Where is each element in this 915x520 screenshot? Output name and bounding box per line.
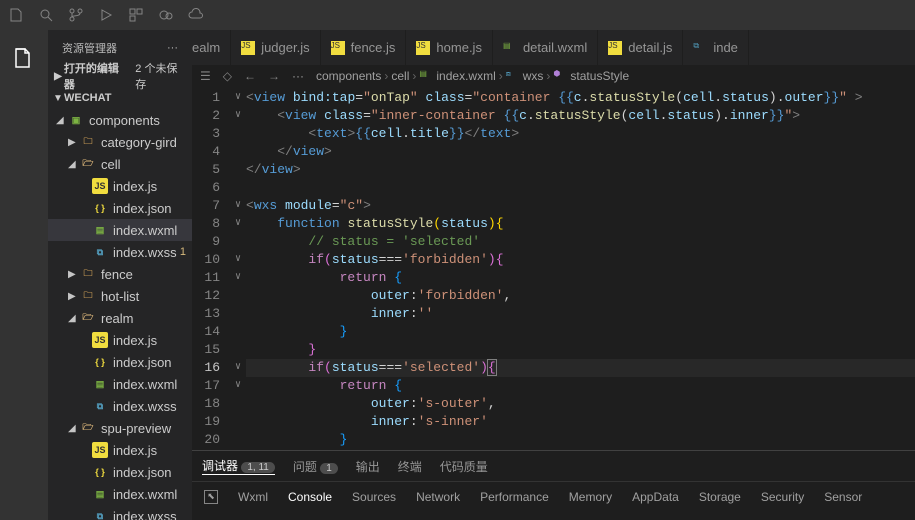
editor-area: ealmJSjudger.jsJSfence.jsJShome.js▤detai… <box>192 30 915 520</box>
editor-tab[interactable]: JSdetail.js <box>598 30 683 65</box>
panel-tab[interactable]: 调试器 1, 11 <box>202 457 275 475</box>
bottom-panel: 调试器 1, 11 问题 1 输出 终端 代码质量 ⬉ Wxml Console Sourc… <box>192 450 915 520</box>
breadcrumb[interactable]: components›cell›▤index.wxml›⧈wxs›⬢status… <box>316 69 629 83</box>
tree-item[interactable]: { }index.json <box>48 351 192 373</box>
editor-tab[interactable]: JSfence.js <box>321 30 407 65</box>
files-icon[interactable] <box>8 7 24 23</box>
tree-item[interactable]: { }index.json <box>48 461 192 483</box>
tree-item[interactable]: ◢🗁spu-preview <box>48 417 192 439</box>
devtools-tabs: ⬉ Wxml Console Sources Network Performance Me… <box>192 481 915 511</box>
extensions-icon[interactable] <box>128 7 144 23</box>
panel-tab[interactable]: 终端 <box>398 458 422 475</box>
tree-item[interactable]: JSindex.js <box>48 175 192 197</box>
devtools-tab[interactable]: Network <box>416 490 460 504</box>
cloud-icon[interactable] <box>188 7 204 23</box>
sidebar: 资源管理器 ··· ▶ 打开的编辑器 2 个未保存 ▼ WECHAT ◢▣com… <box>48 30 192 520</box>
panel-tab[interactable]: 代码质量 <box>440 458 488 475</box>
title-bar <box>0 0 915 30</box>
tree-item[interactable]: JSindex.js <box>48 439 192 461</box>
tree-item[interactable]: ⧉index.wxss1 <box>48 241 192 263</box>
activity-bar <box>0 30 48 520</box>
panel-tab[interactable]: 问题 1 <box>293 458 338 475</box>
devtools-tab[interactable]: Performance <box>480 490 549 504</box>
wechat-icon[interactable] <box>158 7 174 23</box>
devtools-tab[interactable]: Storage <box>699 490 741 504</box>
explorer-icon[interactable] <box>0 38 48 78</box>
devtools-tab[interactable]: Security <box>761 490 804 504</box>
branch-icon[interactable] <box>68 7 84 23</box>
breadcrumb-row: ☰ ◇ ← → ··· components›cell›▤index.wxml›… <box>192 65 915 87</box>
devtools-tab[interactable]: Sources <box>352 490 396 504</box>
editor-tab[interactable]: ealm <box>192 30 231 65</box>
open-editors-section[interactable]: ▶ 打开的编辑器 2 个未保存 <box>48 65 192 87</box>
bookmark-icon[interactable]: ◇ <box>223 69 232 83</box>
editor-tab[interactable]: JShome.js <box>406 30 493 65</box>
back-icon[interactable]: ← <box>244 69 256 83</box>
tree-item[interactable]: ▶🗀hot-list <box>48 285 192 307</box>
search-icon[interactable] <box>38 7 54 23</box>
tree-item[interactable]: ◢▣components <box>48 109 192 131</box>
editor-tab[interactable]: ▤detail.wxml <box>493 30 598 65</box>
tree-item[interactable]: ▶🗀category-gird <box>48 131 192 153</box>
panel-tabs: 调试器 1, 11 问题 1 输出 终端 代码质量 <box>192 451 915 481</box>
tree-item[interactable]: JSindex.js <box>48 329 192 351</box>
editor-tab[interactable]: ⧉inde <box>683 30 749 65</box>
more-dots: ··· <box>292 69 304 83</box>
devtools-tab[interactable]: Sensor <box>824 490 862 504</box>
fold-column[interactable]: ∨∨∨∨∨∨∨∨ <box>230 87 246 450</box>
tree-item[interactable]: ⧉index.wxss <box>48 505 192 520</box>
tree-item[interactable]: ◢🗁realm <box>48 307 192 329</box>
code-lines[interactable]: <view bind:tap="onTap" class="container … <box>246 87 915 450</box>
tree-item[interactable]: { }index.json <box>48 197 192 219</box>
debug-icon[interactable] <box>98 7 114 23</box>
devtools-tab[interactable]: Memory <box>569 490 612 504</box>
tree-item[interactable]: ⧉index.wxss <box>48 395 192 417</box>
tree-item[interactable]: ▶🗀fence <box>48 263 192 285</box>
tree-item[interactable]: ◢🗁cell <box>48 153 192 175</box>
project-section[interactable]: ▼ WECHAT <box>48 87 192 109</box>
panel-tab[interactable]: 输出 <box>356 458 380 475</box>
code-editor[interactable]: 123456789101112131415161718192021222324 … <box>192 87 915 450</box>
line-gutter: 123456789101112131415161718192021222324 <box>192 87 230 450</box>
sidebar-title: 资源管理器 <box>62 40 117 56</box>
forward-icon[interactable]: → <box>268 69 280 83</box>
tree-item[interactable]: ▤index.wxml <box>48 483 192 505</box>
devtools-tab[interactable]: Console <box>288 490 332 504</box>
editor-tab[interactable]: JSjudger.js <box>231 30 320 65</box>
devtools-tab[interactable]: Wxml <box>238 490 268 504</box>
file-tree: ◢▣components▶🗀category-gird◢🗁cellJSindex… <box>48 109 192 520</box>
more-icon[interactable]: ··· <box>167 42 178 54</box>
editor-tabs: ealmJSjudger.jsJSfence.jsJShome.js▤detai… <box>192 30 915 65</box>
list-icon[interactable]: ☰ <box>200 69 211 83</box>
inspect-icon[interactable]: ⬉ <box>204 490 218 504</box>
tree-item[interactable]: ▤index.wxml <box>48 219 192 241</box>
devtools-tab[interactable]: AppData <box>632 490 679 504</box>
tree-item[interactable]: ▤index.wxml <box>48 373 192 395</box>
